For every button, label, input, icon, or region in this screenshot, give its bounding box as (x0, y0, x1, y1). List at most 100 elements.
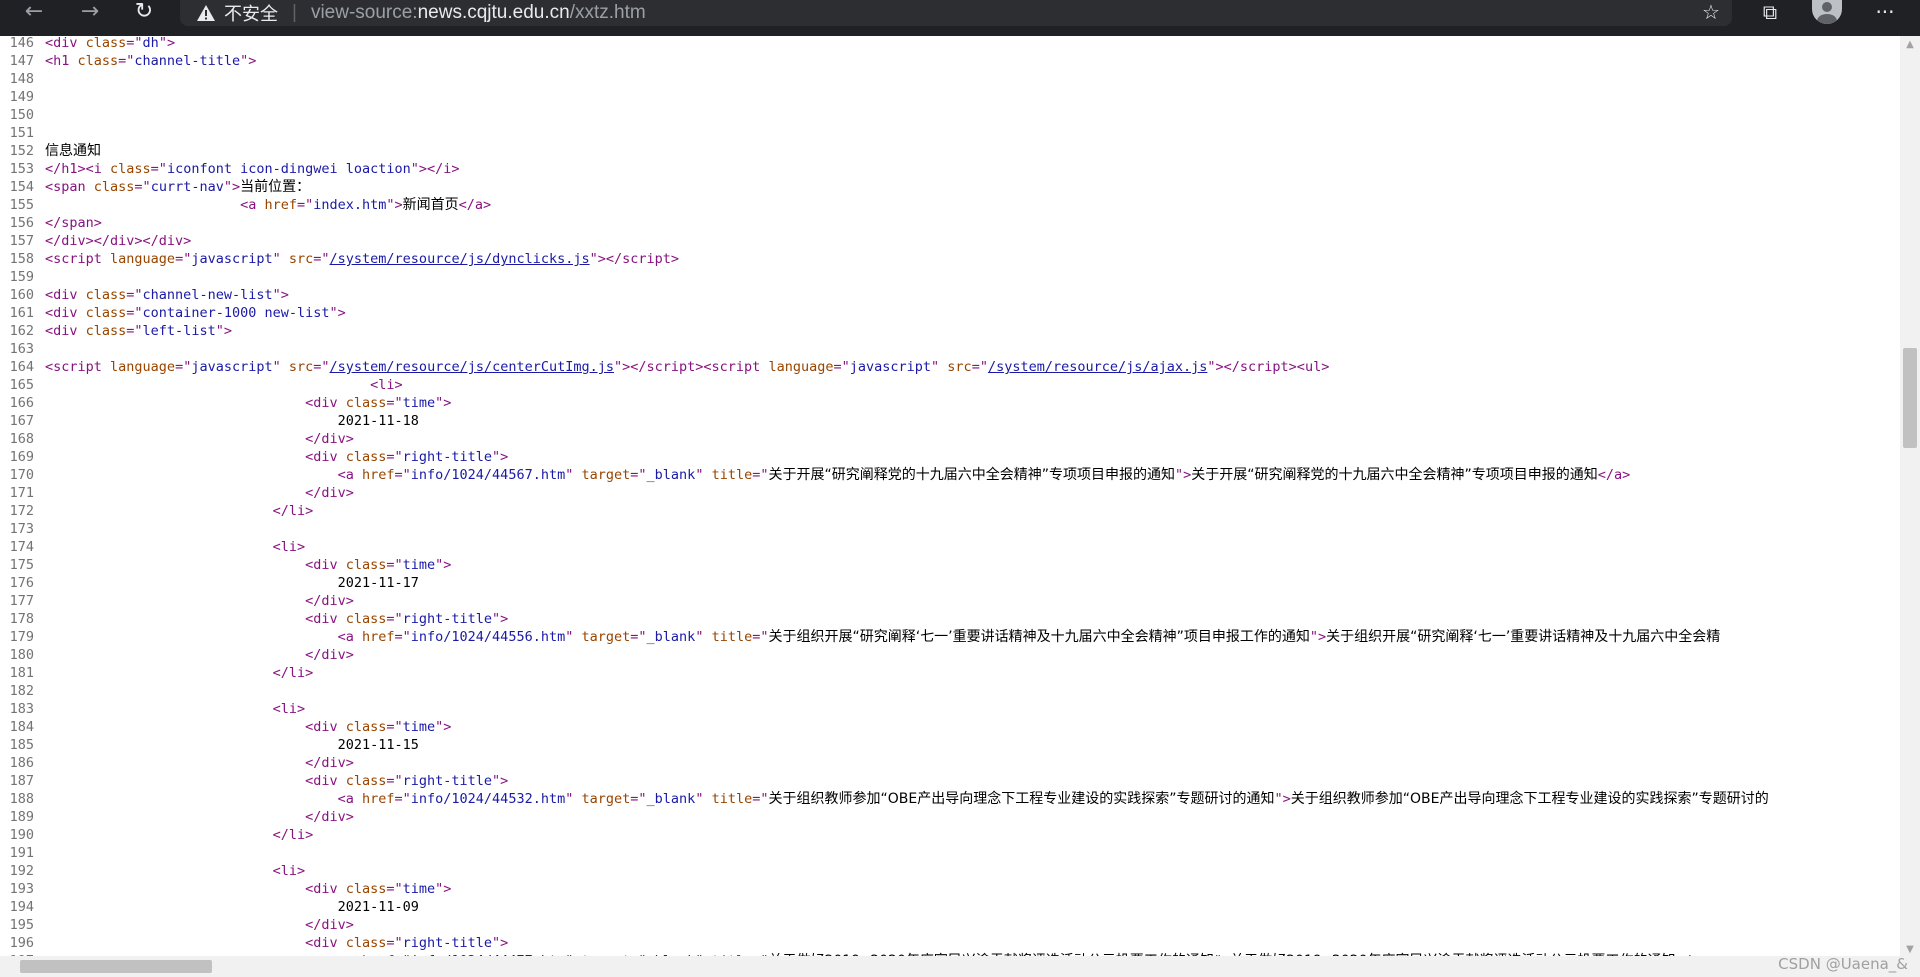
source-view: 146 <div class="dh"> 147 <h1 class="channel… (0, 34, 1900, 956)
line-code: <a href="info/1024/44556.htm" target="_b… (337, 629, 1721, 645)
source-line: 154 <span class="currt-nav">当前位置： (0, 178, 1900, 196)
line-code: <h1 class="channel-title"> (45, 53, 257, 69)
not-secure-label[interactable]: 不安全 (224, 0, 278, 26)
line-code: <span class="currt-nav">当前位置： (45, 179, 311, 195)
source-line: 173 (0, 520, 1900, 538)
source-line: 158 <script language="javascript" src="/s… (0, 250, 1900, 268)
line-number: 190 (9, 827, 34, 843)
line-code: <div class="time"> (305, 881, 452, 897)
source-line: 185 2021-11-15 (0, 736, 1900, 754)
line-code: <div class="dh"> (45, 35, 176, 51)
line-code: <div class="time"> (305, 719, 452, 735)
line-code: <a href="info/1024/44532.htm" target="_b… (337, 791, 1769, 807)
source-line: 179 <a href="info/1024/44556.htm" target… (0, 628, 1900, 646)
resource-link[interactable]: /system/resource/js/centerCutImg.js (330, 359, 614, 375)
source-line: 161 <div class="container-1000 new-list"> (0, 304, 1900, 322)
line-number: 151 (9, 125, 34, 141)
line-number: 173 (9, 521, 34, 537)
line-number: 148 (9, 71, 34, 87)
source-line: 155 <a href="index.htm">新闻首页</a> (0, 196, 1900, 214)
back-button[interactable]: ← (14, 0, 54, 24)
more-icon: ··· (1875, 0, 1895, 24)
line-code: 2021-11-17 (45, 575, 419, 591)
line-number: 175 (9, 557, 34, 573)
source-line: 188 <a href="info/1024/44532.htm" target… (0, 790, 1900, 808)
line-number: 177 (9, 593, 34, 609)
browser-toolbar: ← → ↻ 不安全 | view-source:news.cqjtu.edu.c… (0, 0, 1920, 36)
reload-button[interactable]: ↻ (124, 0, 164, 24)
line-number: 162 (9, 323, 34, 339)
source-line: 163 (0, 340, 1900, 358)
source-line: 184 <div class="time"> (0, 718, 1900, 736)
source-line: 146 <div class="dh"> (0, 34, 1900, 52)
settings-menu-button[interactable]: ··· (1868, 0, 1902, 24)
profile-avatar[interactable] (1812, 0, 1842, 24)
forward-arrow-icon: → (80, 0, 100, 24)
line-code: <div class="right-title"> (305, 773, 509, 789)
source-line: 172 </li> (0, 502, 1900, 520)
line-number: 166 (9, 395, 34, 411)
line-number: 160 (9, 287, 34, 303)
vertical-scrollbar[interactable]: ▲ ▼ (1900, 36, 1920, 957)
horizontal-scroll-thumb[interactable] (20, 960, 212, 973)
forward-button[interactable]: → (70, 0, 110, 24)
line-code: </h1><i class="iconfont icon-dingwei loa… (45, 161, 460, 177)
line-number: 183 (9, 701, 34, 717)
line-number: 169 (9, 449, 34, 465)
line-number: 184 (9, 719, 34, 735)
source-line: 153 </h1><i class="iconfont icon-dingwei … (0, 160, 1900, 178)
line-number: 174 (9, 539, 34, 555)
line-code: <div class="right-title"> (305, 611, 509, 627)
url-host: news.cqjtu.edu.cn (417, 2, 570, 23)
line-number: 176 (9, 575, 34, 591)
line-code: 信息通知 (45, 143, 101, 159)
line-code: <div class="right-title"> (305, 449, 509, 465)
line-number: 186 (9, 755, 34, 771)
line-code: </div> (305, 917, 354, 933)
source-line: 168 </div> (0, 430, 1900, 448)
source-line: 190 </li> (0, 826, 1900, 844)
source-line: 191 (0, 844, 1900, 862)
collections-button[interactable]: ⧉ (1753, 0, 1787, 24)
source-line: 182 (0, 682, 1900, 700)
source-line: 157 </div></div></div> (0, 232, 1900, 250)
source-line: 194 2021-11-09 (0, 898, 1900, 916)
scroll-up-arrow-icon[interactable]: ▲ (1900, 36, 1920, 52)
horizontal-scrollbar[interactable] (0, 956, 1900, 977)
line-code: </div> (305, 647, 354, 663)
url-prefix: view-source: (310, 2, 418, 23)
line-number: 158 (9, 251, 34, 267)
line-code: <li> (272, 863, 306, 879)
line-number: 178 (9, 611, 34, 627)
address-bar[interactable]: 不安全 | view-source:news.cqjtu.edu.cn/xxtz… (180, 0, 1732, 26)
line-code: <a href="index.htm">新闻首页</a> (240, 197, 492, 213)
resource-link[interactable]: /system/resource/js/ajax.js (988, 359, 1207, 375)
add-favorite-button[interactable]: ☆ (1694, 0, 1728, 24)
line-number: 179 (9, 629, 34, 645)
url-text[interactable]: view-source:news.cqjtu.edu.cn/xxtz.htm (311, 2, 646, 24)
source-line: 175 <div class="time"> (0, 556, 1900, 574)
line-code: <script language="javascript" src="/syst… (45, 251, 680, 267)
line-number: 161 (9, 305, 34, 321)
warning-icon[interactable] (196, 3, 216, 23)
line-number: 149 (9, 89, 34, 105)
line-number: 146 (9, 35, 34, 51)
resource-link[interactable]: /system/resource/js/dynclicks.js (330, 251, 590, 267)
line-number: 196 (9, 935, 34, 951)
back-arrow-icon: ← (24, 0, 44, 24)
line-number: 192 (9, 863, 34, 879)
source-line: 162 <div class="left-list"> (0, 322, 1900, 340)
line-code: </li> (272, 827, 314, 843)
line-number: 182 (9, 683, 34, 699)
source-line: 166 <div class="time"> (0, 394, 1900, 412)
line-code: <div class="right-title"> (305, 935, 509, 951)
source-line: 148 (0, 70, 1900, 88)
line-code: <div class="channel-new-list"> (45, 287, 289, 303)
line-number: 191 (9, 845, 34, 861)
source-line: 160 <div class="channel-new-list"> (0, 286, 1900, 304)
line-number: 187 (9, 773, 34, 789)
line-code: 2021-11-09 (45, 899, 419, 915)
line-number: 195 (9, 917, 34, 933)
address-separator: | (292, 2, 297, 23)
vertical-scroll-thumb[interactable] (1903, 348, 1917, 448)
